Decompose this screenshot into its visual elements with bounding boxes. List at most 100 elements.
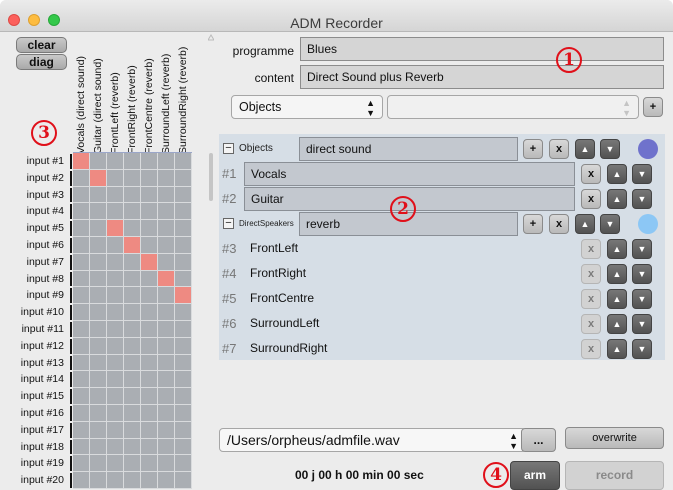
matrix-cell[interactable] xyxy=(73,388,90,405)
matrix-cell[interactable] xyxy=(124,270,141,288)
matrix-cell[interactable] xyxy=(124,371,141,389)
browse-button[interactable]: ... xyxy=(521,428,556,452)
group-color-swatch[interactable] xyxy=(638,214,658,234)
item-name-field[interactable]: Vocals xyxy=(244,162,575,186)
matrix-cell[interactable] xyxy=(175,287,192,305)
move-item-down-button[interactable]: ▼ xyxy=(632,164,652,184)
matrix-cell[interactable] xyxy=(73,337,90,355)
remove-item-button[interactable]: x xyxy=(581,264,601,284)
matrix-cell[interactable] xyxy=(141,405,158,422)
matrix-cell[interactable] xyxy=(141,220,158,237)
overwrite-toggle[interactable]: overwrite xyxy=(565,427,664,449)
matrix-cell[interactable] xyxy=(141,337,158,355)
matrix-cell[interactable] xyxy=(124,438,141,456)
matrix-cell[interactable] xyxy=(141,354,158,372)
item-name-field[interactable]: SurroundLeft xyxy=(244,312,444,336)
matrix-cell[interactable] xyxy=(73,421,90,439)
matrix-cell[interactable] xyxy=(107,153,124,170)
remove-item-button[interactable]: x xyxy=(581,239,601,259)
remove-group-button[interactable]: x xyxy=(549,139,569,159)
matrix-cell[interactable] xyxy=(107,304,124,321)
matrix-cell[interactable] xyxy=(107,220,124,237)
matrix-cell[interactable] xyxy=(124,153,141,170)
matrix-cell[interactable] xyxy=(90,270,107,288)
matrix-cell[interactable] xyxy=(124,321,141,338)
matrix-cell[interactable] xyxy=(158,455,175,473)
matrix-cell[interactable] xyxy=(158,304,175,321)
matrix-cell[interactable] xyxy=(107,371,124,389)
matrix-cell[interactable] xyxy=(90,203,107,221)
matrix-cell[interactable] xyxy=(175,253,192,271)
matrix-cell[interactable] xyxy=(158,169,175,187)
collapse-group-button[interactable]: − xyxy=(223,143,234,154)
matrix-cell[interactable] xyxy=(73,253,90,271)
matrix-cell[interactable] xyxy=(158,153,175,170)
matrix-cell[interactable] xyxy=(141,321,158,338)
remove-item-button[interactable]: x xyxy=(581,289,601,309)
matrix-cell[interactable] xyxy=(90,337,107,355)
move-group-up-button[interactable]: ▲ xyxy=(575,214,595,234)
matrix-cell[interactable] xyxy=(90,153,107,170)
matrix-cell[interactable] xyxy=(141,270,158,288)
matrix-cell[interactable] xyxy=(107,354,124,372)
matrix-cell[interactable] xyxy=(175,321,192,338)
remove-item-button[interactable]: x xyxy=(581,314,601,334)
move-item-up-button[interactable]: ▲ xyxy=(607,239,627,259)
matrix-cell[interactable] xyxy=(175,371,192,389)
matrix-cell[interactable] xyxy=(90,455,107,473)
matrix-cell[interactable] xyxy=(124,337,141,355)
matrix-cell[interactable] xyxy=(73,186,90,204)
move-item-up-button[interactable]: ▲ xyxy=(607,289,627,309)
matrix-cell[interactable] xyxy=(107,472,124,489)
matrix-cell[interactable] xyxy=(107,169,124,187)
matrix-cell[interactable] xyxy=(73,270,90,288)
remove-item-button[interactable]: x xyxy=(581,189,601,209)
group-color-swatch[interactable] xyxy=(638,139,658,159)
matrix-cell[interactable] xyxy=(124,237,141,254)
matrix-cell[interactable] xyxy=(141,421,158,439)
item-name-field[interactable]: FrontLeft xyxy=(244,237,444,261)
matrix-cell[interactable] xyxy=(175,304,192,321)
matrix-cell[interactable] xyxy=(90,304,107,321)
matrix-cell[interactable] xyxy=(73,405,90,422)
remove-item-button[interactable]: x xyxy=(581,339,601,359)
matrix-cell[interactable] xyxy=(175,388,192,405)
move-group-up-button[interactable]: ▲ xyxy=(575,139,595,159)
matrix-cell[interactable] xyxy=(73,472,90,489)
matrix-cell[interactable] xyxy=(175,405,192,422)
move-item-down-button[interactable]: ▼ xyxy=(632,239,652,259)
matrix-cell[interactable] xyxy=(90,287,107,305)
matrix-cell[interactable] xyxy=(175,421,192,439)
matrix-cell[interactable] xyxy=(141,438,158,456)
matrix-cell[interactable] xyxy=(158,270,175,288)
group-name-field[interactable]: direct sound xyxy=(299,137,518,161)
matrix-cell[interactable] xyxy=(107,388,124,405)
matrix-cell[interactable] xyxy=(124,472,141,489)
matrix-cell[interactable] xyxy=(124,455,141,473)
matrix-cell[interactable] xyxy=(141,169,158,187)
matrix-cell[interactable] xyxy=(158,186,175,204)
file-path-select[interactable]: /Users/orpheus/admfile.wav ▲ ▼ xyxy=(219,428,526,452)
matrix-cell[interactable] xyxy=(124,354,141,372)
move-item-down-button[interactable]: ▼ xyxy=(632,339,652,359)
matrix-cell[interactable] xyxy=(158,337,175,355)
matrix-cell[interactable] xyxy=(90,354,107,372)
move-item-down-button[interactable]: ▼ xyxy=(632,314,652,334)
matrix-cell[interactable] xyxy=(124,220,141,237)
move-item-down-button[interactable]: ▼ xyxy=(632,289,652,309)
matrix-cell[interactable] xyxy=(141,253,158,271)
matrix-cell[interactable] xyxy=(90,438,107,456)
add-group-button[interactable]: + xyxy=(643,97,663,117)
matrix-cell[interactable] xyxy=(107,421,124,439)
matrix-cell[interactable] xyxy=(107,321,124,338)
matrix-cell[interactable] xyxy=(107,337,124,355)
matrix-cell[interactable] xyxy=(124,405,141,422)
matrix-cell[interactable] xyxy=(107,270,124,288)
content-field[interactable]: Direct Sound plus Reverb xyxy=(300,65,664,89)
item-name-field[interactable]: FrontCentre xyxy=(244,287,444,311)
matrix-cell[interactable] xyxy=(90,253,107,271)
matrix-cell[interactable] xyxy=(90,371,107,389)
matrix-cell[interactable] xyxy=(73,304,90,321)
matrix-cell[interactable] xyxy=(73,455,90,473)
matrix-cell[interactable] xyxy=(124,287,141,305)
